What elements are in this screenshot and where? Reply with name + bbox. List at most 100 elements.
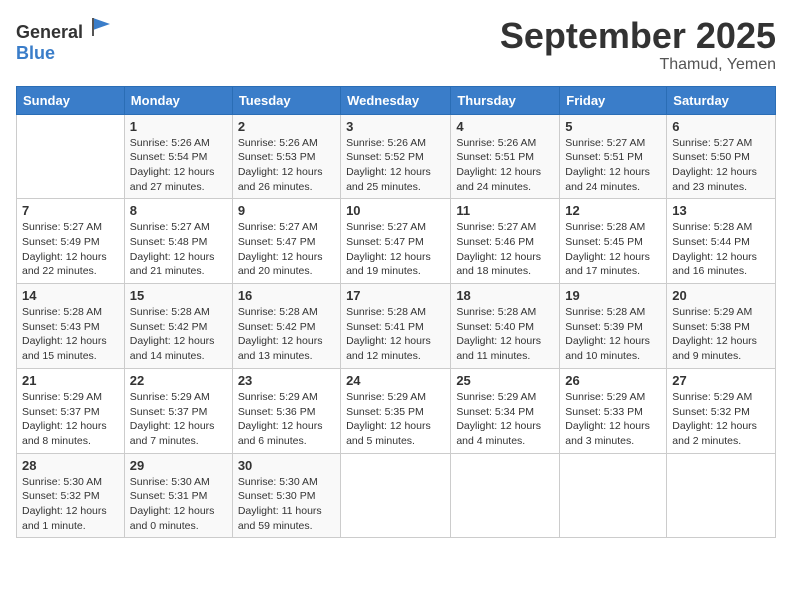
header-day-wednesday: Wednesday xyxy=(341,86,451,114)
calendar-week-row: 21 Sunrise: 5:29 AMSunset: 5:37 PMDayligh… xyxy=(17,368,776,453)
calendar-cell: 13 Sunrise: 5:28 AMSunset: 5:44 PMDayligh… xyxy=(667,199,776,284)
day-info: Sunrise: 5:29 AMSunset: 5:37 PMDaylight:… xyxy=(130,390,227,449)
day-number: 2 xyxy=(238,119,335,134)
day-info: Sunrise: 5:27 AMSunset: 5:47 PMDaylight:… xyxy=(346,220,445,279)
day-number: 29 xyxy=(130,458,227,473)
day-info: Sunrise: 5:27 AMSunset: 5:51 PMDaylight:… xyxy=(565,136,661,195)
day-info: Sunrise: 5:28 AMSunset: 5:39 PMDaylight:… xyxy=(565,305,661,364)
day-info: Sunrise: 5:27 AMSunset: 5:47 PMDaylight:… xyxy=(238,220,335,279)
logo-general: General xyxy=(16,22,83,42)
day-info: Sunrise: 5:30 AMSunset: 5:30 PMDaylight:… xyxy=(238,475,335,534)
day-info: Sunrise: 5:26 AMSunset: 5:54 PMDaylight:… xyxy=(130,136,227,195)
day-info: Sunrise: 5:26 AMSunset: 5:51 PMDaylight:… xyxy=(456,136,554,195)
day-info: Sunrise: 5:29 AMSunset: 5:35 PMDaylight:… xyxy=(346,390,445,449)
day-info: Sunrise: 5:28 AMSunset: 5:40 PMDaylight:… xyxy=(456,305,554,364)
day-number: 30 xyxy=(238,458,335,473)
calendar-cell: 22 Sunrise: 5:29 AMSunset: 5:37 PMDayligh… xyxy=(124,368,232,453)
day-info: Sunrise: 5:30 AMSunset: 5:31 PMDaylight:… xyxy=(130,475,227,534)
month-title: September 2025 xyxy=(500,16,776,56)
day-number: 25 xyxy=(456,373,554,388)
day-number: 10 xyxy=(346,203,445,218)
day-number: 13 xyxy=(672,203,770,218)
day-info: Sunrise: 5:28 AMSunset: 5:41 PMDaylight:… xyxy=(346,305,445,364)
day-info: Sunrise: 5:29 AMSunset: 5:33 PMDaylight:… xyxy=(565,390,661,449)
logo: General Blue xyxy=(16,16,112,64)
calendar-cell: 10 Sunrise: 5:27 AMSunset: 5:47 PMDayligh… xyxy=(341,199,451,284)
header-day-thursday: Thursday xyxy=(451,86,560,114)
day-number: 21 xyxy=(22,373,119,388)
calendar-cell: 18 Sunrise: 5:28 AMSunset: 5:40 PMDayligh… xyxy=(451,284,560,369)
calendar-cell: 29 Sunrise: 5:30 AMSunset: 5:31 PMDayligh… xyxy=(124,453,232,538)
day-number: 12 xyxy=(565,203,661,218)
day-info: Sunrise: 5:27 AMSunset: 5:48 PMDaylight:… xyxy=(130,220,227,279)
day-number: 6 xyxy=(672,119,770,134)
day-info: Sunrise: 5:29 AMSunset: 5:37 PMDaylight:… xyxy=(22,390,119,449)
calendar-cell xyxy=(17,114,125,199)
calendar-body: 1 Sunrise: 5:26 AMSunset: 5:54 PMDaylight… xyxy=(17,114,776,538)
calendar-week-row: 1 Sunrise: 5:26 AMSunset: 5:54 PMDaylight… xyxy=(17,114,776,199)
calendar-week-row: 7 Sunrise: 5:27 AMSunset: 5:49 PMDaylight… xyxy=(17,199,776,284)
header-day-monday: Monday xyxy=(124,86,232,114)
day-number: 19 xyxy=(565,288,661,303)
calendar-cell: 27Sunrise: 5:29 AMSunset: 5:32 PMDayligh… xyxy=(667,368,776,453)
day-number: 16 xyxy=(238,288,335,303)
day-number: 1 xyxy=(130,119,227,134)
day-number: 3 xyxy=(346,119,445,134)
calendar-cell: 8Sunrise: 5:27 AMSunset: 5:48 PMDaylight… xyxy=(124,199,232,284)
day-number: 24 xyxy=(346,373,445,388)
calendar-cell: 25 Sunrise: 5:29 AMSunset: 5:34 PMDayligh… xyxy=(451,368,560,453)
day-info: Sunrise: 5:30 AMSunset: 5:32 PMDaylight:… xyxy=(22,475,119,534)
day-number: 26 xyxy=(565,373,661,388)
day-number: 15 xyxy=(130,288,227,303)
calendar-cell xyxy=(667,453,776,538)
day-info: Sunrise: 5:29 AMSunset: 5:38 PMDaylight:… xyxy=(672,305,770,364)
day-info: Sunrise: 5:29 AMSunset: 5:34 PMDaylight:… xyxy=(456,390,554,449)
day-number: 23 xyxy=(238,373,335,388)
calendar-week-row: 14 Sunrise: 5:28 AMSunset: 5:43 PMDayligh… xyxy=(17,284,776,369)
calendar-cell xyxy=(560,453,667,538)
calendar-cell: 12 Sunrise: 5:28 AMSunset: 5:45 PMDayligh… xyxy=(560,199,667,284)
day-info: Sunrise: 5:28 AMSunset: 5:42 PMDaylight:… xyxy=(130,305,227,364)
day-info: Sunrise: 5:26 AMSunset: 5:52 PMDaylight:… xyxy=(346,136,445,195)
day-info: Sunrise: 5:28 AMSunset: 5:42 PMDaylight:… xyxy=(238,305,335,364)
calendar-cell: 6 Sunrise: 5:27 AMSunset: 5:50 PMDaylight… xyxy=(667,114,776,199)
calendar-cell xyxy=(451,453,560,538)
day-info: Sunrise: 5:27 AMSunset: 5:50 PMDaylight:… xyxy=(672,136,770,195)
calendar-cell: 17 Sunrise: 5:28 AMSunset: 5:41 PMDayligh… xyxy=(341,284,451,369)
day-number: 14 xyxy=(22,288,119,303)
calendar-cell: 23 Sunrise: 5:29 AMSunset: 5:36 PMDayligh… xyxy=(232,368,340,453)
day-number: 22 xyxy=(130,373,227,388)
day-info: Sunrise: 5:28 AMSunset: 5:44 PMDaylight:… xyxy=(672,220,770,279)
calendar-header-row: SundayMondayTuesdayWednesdayThursdayFrid… xyxy=(17,86,776,114)
header-day-sunday: Sunday xyxy=(17,86,125,114)
header-day-friday: Friday xyxy=(560,86,667,114)
calendar-cell: 26 Sunrise: 5:29 AMSunset: 5:33 PMDayligh… xyxy=(560,368,667,453)
calendar-cell: 9Sunrise: 5:27 AMSunset: 5:47 PMDaylight… xyxy=(232,199,340,284)
day-info: Sunrise: 5:28 AMSunset: 5:43 PMDaylight:… xyxy=(22,305,119,364)
calendar-cell: 11 Sunrise: 5:27 AMSunset: 5:46 PMDayligh… xyxy=(451,199,560,284)
title-area: September 2025 Thamud, Yemen xyxy=(500,16,776,74)
day-info: Sunrise: 5:27 AMSunset: 5:46 PMDaylight:… xyxy=(456,220,554,279)
calendar-cell: 14 Sunrise: 5:28 AMSunset: 5:43 PMDayligh… xyxy=(17,284,125,369)
header: General Blue September 2025 Thamud, Yeme… xyxy=(16,16,776,74)
calendar-cell: 24 Sunrise: 5:29 AMSunset: 5:35 PMDayligh… xyxy=(341,368,451,453)
day-number: 18 xyxy=(456,288,554,303)
day-number: 20 xyxy=(672,288,770,303)
day-info: Sunrise: 5:27 AMSunset: 5:49 PMDaylight:… xyxy=(22,220,119,279)
calendar-cell: 30 Sunrise: 5:30 AMSunset: 5:30 PMDayligh… xyxy=(232,453,340,538)
day-number: 5 xyxy=(565,119,661,134)
calendar-cell: 16 Sunrise: 5:28 AMSunset: 5:42 PMDayligh… xyxy=(232,284,340,369)
calendar-cell: 28Sunrise: 5:30 AMSunset: 5:32 PMDayligh… xyxy=(17,453,125,538)
day-number: 11 xyxy=(456,203,554,218)
day-info: Sunrise: 5:29 AMSunset: 5:36 PMDaylight:… xyxy=(238,390,335,449)
calendar-cell: 5 Sunrise: 5:27 AMSunset: 5:51 PMDaylight… xyxy=(560,114,667,199)
day-number: 7 xyxy=(22,203,119,218)
calendar-cell: 19 Sunrise: 5:28 AMSunset: 5:39 PMDayligh… xyxy=(560,284,667,369)
day-number: 4 xyxy=(456,119,554,134)
calendar-cell: 4 Sunrise: 5:26 AMSunset: 5:51 PMDaylight… xyxy=(451,114,560,199)
day-number: 17 xyxy=(346,288,445,303)
logo-flag-icon xyxy=(90,16,112,38)
logo-text: General Blue xyxy=(16,16,112,64)
calendar-week-row: 28Sunrise: 5:30 AMSunset: 5:32 PMDayligh… xyxy=(17,453,776,538)
day-info: Sunrise: 5:28 AMSunset: 5:45 PMDaylight:… xyxy=(565,220,661,279)
